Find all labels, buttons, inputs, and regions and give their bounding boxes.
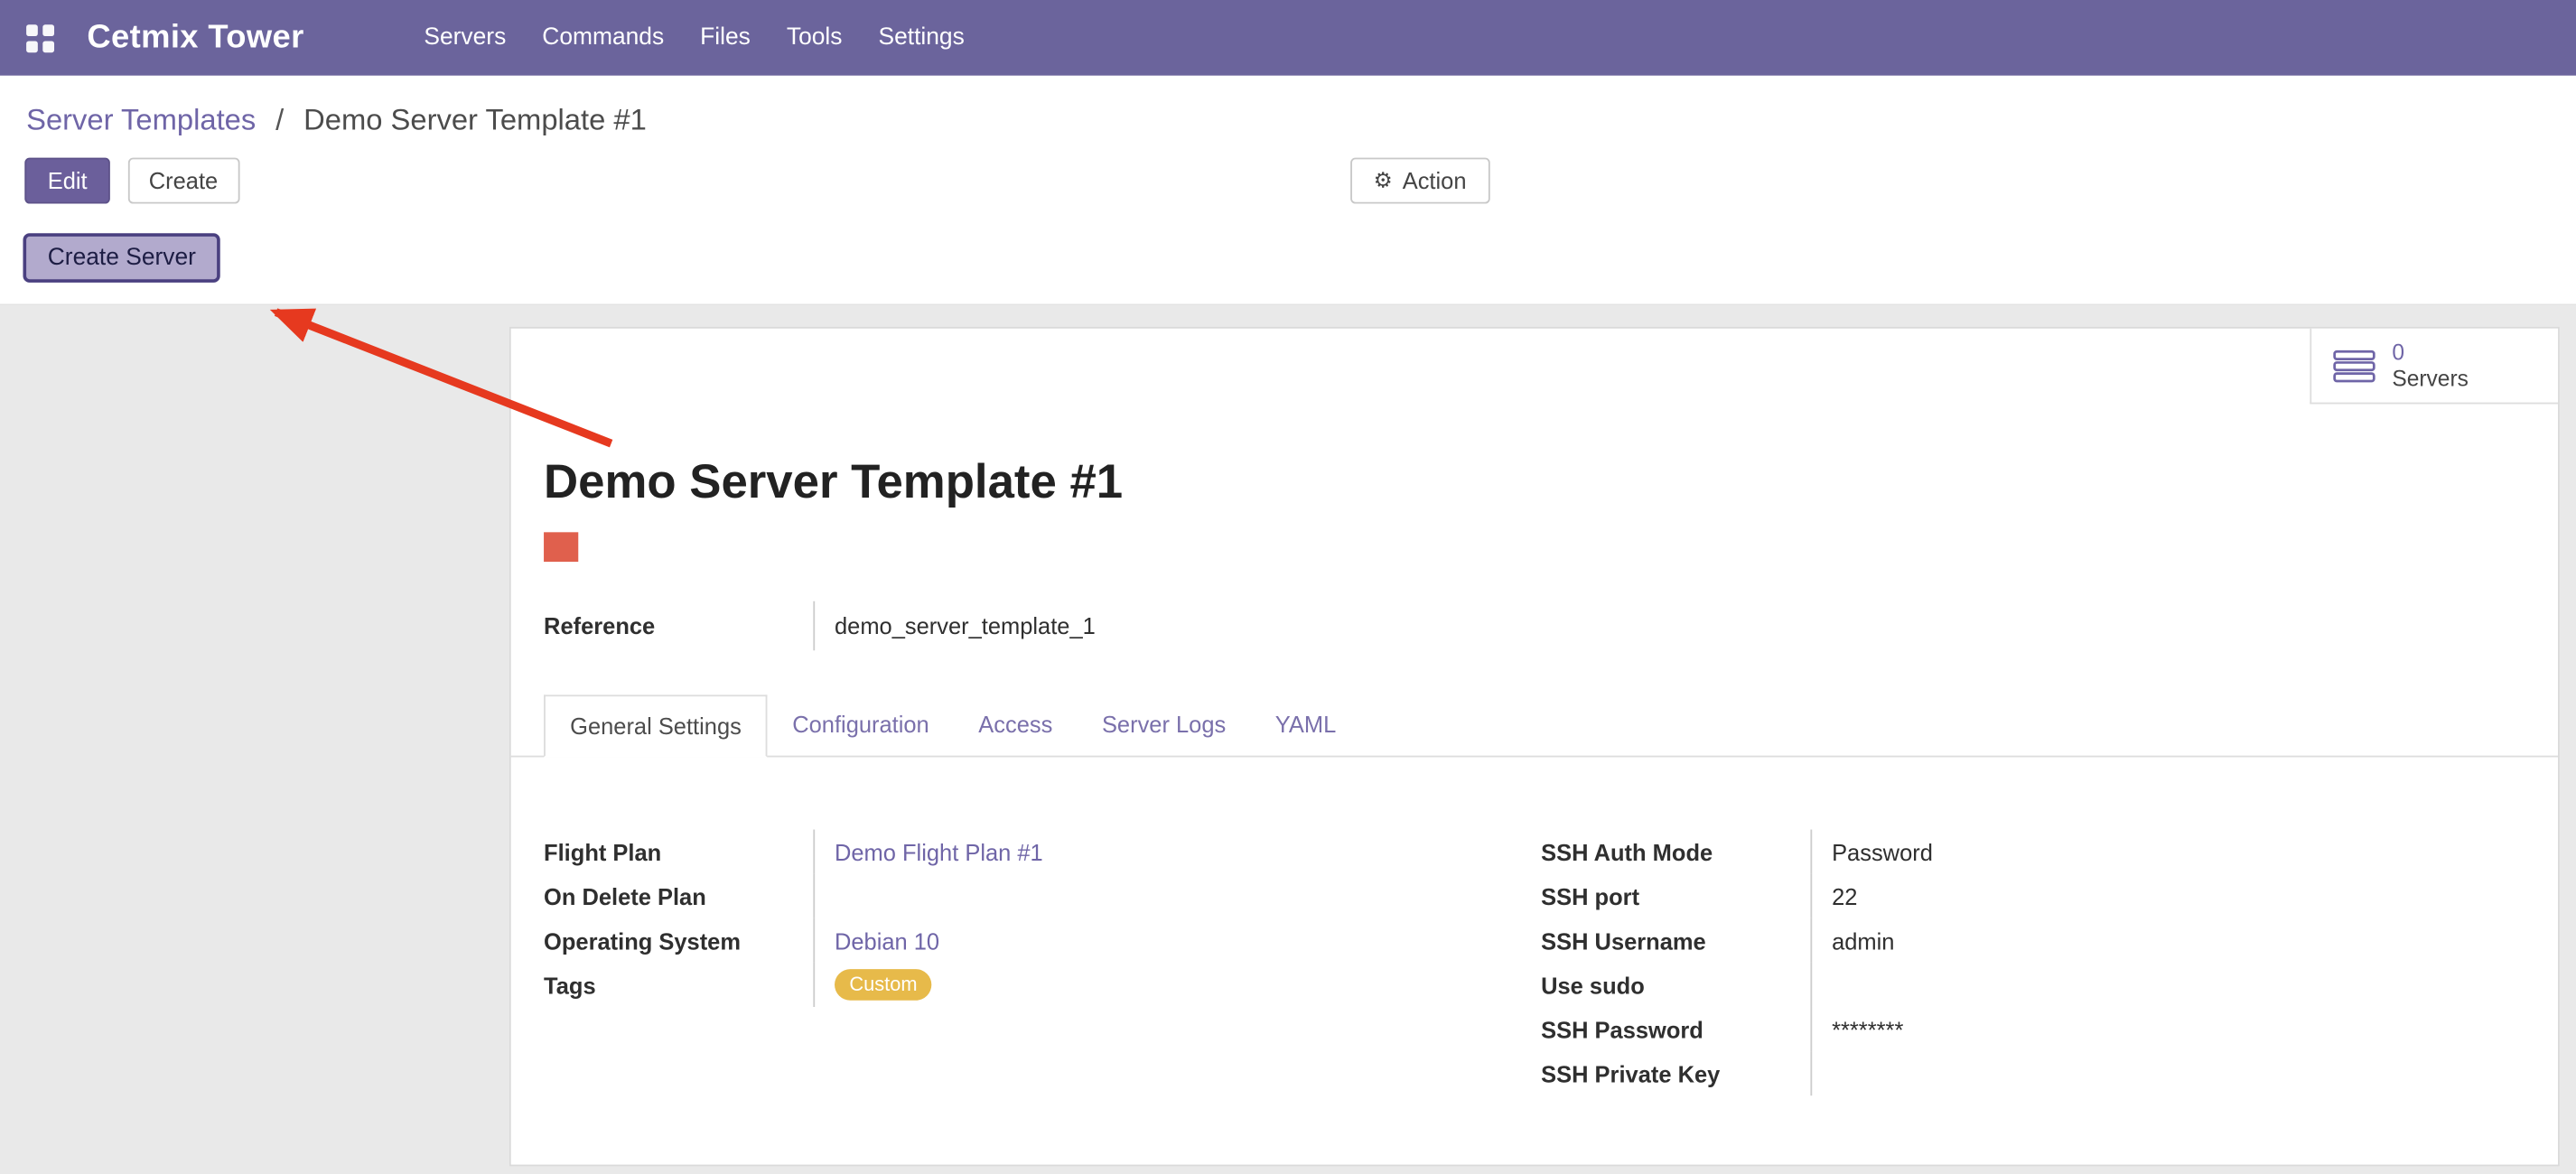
breadcrumb-separator: /	[275, 104, 284, 136]
main-menu: Servers Commands Files Tools Settings	[406, 2, 982, 74]
edit-button[interactable]: Edit	[24, 158, 110, 204]
control-panel-row2: Create Server	[0, 233, 2576, 305]
action-button[interactable]: ⚙ Action	[1350, 158, 1489, 204]
menu-servers[interactable]: Servers	[406, 2, 524, 74]
top-navbar: Cetmix Tower Servers Commands Files Tool…	[0, 0, 2576, 76]
form-group-right: SSH Auth Mode Password SSH port 22 SSH U…	[1541, 830, 1933, 1096]
reference-label: Reference	[544, 601, 813, 651]
ssh-auth-mode-label: SSH Auth Mode	[1541, 830, 1810, 874]
ssh-password-row: SSH Password ********	[1541, 1007, 1933, 1051]
flight-plan-label: Flight Plan	[544, 830, 813, 874]
menu-commands[interactable]: Commands	[524, 2, 682, 74]
sheet-body: Demo Server Template #1 Reference demo_s…	[511, 329, 2558, 1095]
ssh-auth-mode-row: SSH Auth Mode Password	[1541, 830, 1933, 874]
tags-row: Tags Custom	[544, 963, 1541, 1007]
cetmix-tower-app: Cetmix Tower Servers Commands Files Tool…	[0, 0, 2576, 1174]
ssh-username-row: SSH Username admin	[1541, 918, 1933, 963]
breadcrumb: Server Templates / Demo Server Template …	[0, 76, 2576, 138]
menu-files[interactable]: Files	[682, 2, 769, 74]
servers-stack-icon	[2333, 349, 2375, 382]
operating-system-row: Operating System Debian 10	[544, 918, 1541, 963]
color-swatch	[544, 532, 578, 562]
ssh-username-value: admin	[1810, 918, 1894, 963]
servers-count: 0	[2392, 340, 2469, 366]
servers-count-label: Servers	[2392, 366, 2469, 392]
ssh-password-label: SSH Password	[1541, 1007, 1810, 1051]
servers-stat-button[interactable]: 0 Servers	[2310, 329, 2558, 405]
menu-tools[interactable]: Tools	[769, 2, 861, 74]
flight-plan-row: Flight Plan Demo Flight Plan #1	[544, 830, 1541, 874]
operating-system-label: Operating System	[544, 918, 813, 963]
breadcrumb-parent-link[interactable]: Server Templates	[26, 104, 256, 136]
action-button-label: Action	[1403, 168, 1467, 194]
breadcrumb-current: Demo Server Template #1	[303, 104, 647, 136]
ssh-password-value: ********	[1810, 1007, 1903, 1051]
gear-icon: ⚙	[1374, 170, 1393, 191]
record-title: Demo Server Template #1	[544, 329, 2525, 511]
tab-yaml[interactable]: YAML	[1251, 694, 1361, 755]
content-area: 0 Servers Demo Server Template #1 Refere…	[0, 305, 2576, 1174]
ssh-private-key-value	[1810, 1051, 1876, 1095]
reference-field-row: Reference demo_server_template_1	[544, 601, 2525, 651]
menu-settings[interactable]: Settings	[860, 2, 982, 74]
tag-badge: Custom	[835, 969, 932, 1001]
on-delete-plan-value	[813, 874, 879, 918]
reference-value: demo_server_template_1	[813, 601, 1095, 651]
operating-system-link[interactable]: Debian 10	[835, 927, 939, 954]
use-sudo-value	[1810, 963, 1876, 1007]
ssh-port-row: SSH port 22	[1541, 874, 1933, 918]
ssh-private-key-row: SSH Private Key	[1541, 1051, 1933, 1095]
servers-stat-text: 0 Servers	[2392, 340, 2469, 392]
tab-access[interactable]: Access	[954, 694, 1078, 755]
use-sudo-label: Use sudo	[1541, 963, 1810, 1007]
form-sheet: 0 Servers Demo Server Template #1 Refere…	[509, 327, 2560, 1166]
notebook-tabs: General Settings Configuration Access Se…	[511, 694, 2558, 757]
ssh-port-label: SSH port	[1541, 874, 1810, 918]
general-settings-form: Flight Plan Demo Flight Plan #1 On Delet…	[544, 830, 2525, 1096]
on-delete-plan-label: On Delete Plan	[544, 874, 813, 918]
ssh-port-value: 22	[1810, 874, 1876, 918]
apps-grid-icon[interactable]	[26, 23, 54, 51]
on-delete-plan-row: On Delete Plan	[544, 874, 1541, 918]
create-button[interactable]: Create	[127, 158, 239, 204]
ssh-private-key-label: SSH Private Key	[1541, 1051, 1810, 1095]
ssh-username-label: SSH Username	[1541, 918, 1810, 963]
ssh-auth-mode-value: Password	[1810, 830, 1932, 874]
tags-label: Tags	[544, 963, 813, 1007]
tab-configuration[interactable]: Configuration	[768, 694, 954, 755]
control-panel-buttons: Edit Create ⚙ Action	[0, 158, 2576, 209]
create-server-button[interactable]: Create Server	[23, 233, 220, 283]
app-brand[interactable]: Cetmix Tower	[87, 19, 303, 57]
form-group-left: Flight Plan Demo Flight Plan #1 On Delet…	[544, 830, 1541, 1096]
use-sudo-row: Use sudo	[1541, 963, 1933, 1007]
tab-server-logs[interactable]: Server Logs	[1078, 694, 1251, 755]
tab-general-settings[interactable]: General Settings	[544, 694, 768, 757]
flight-plan-link[interactable]: Demo Flight Plan #1	[835, 839, 1043, 865]
